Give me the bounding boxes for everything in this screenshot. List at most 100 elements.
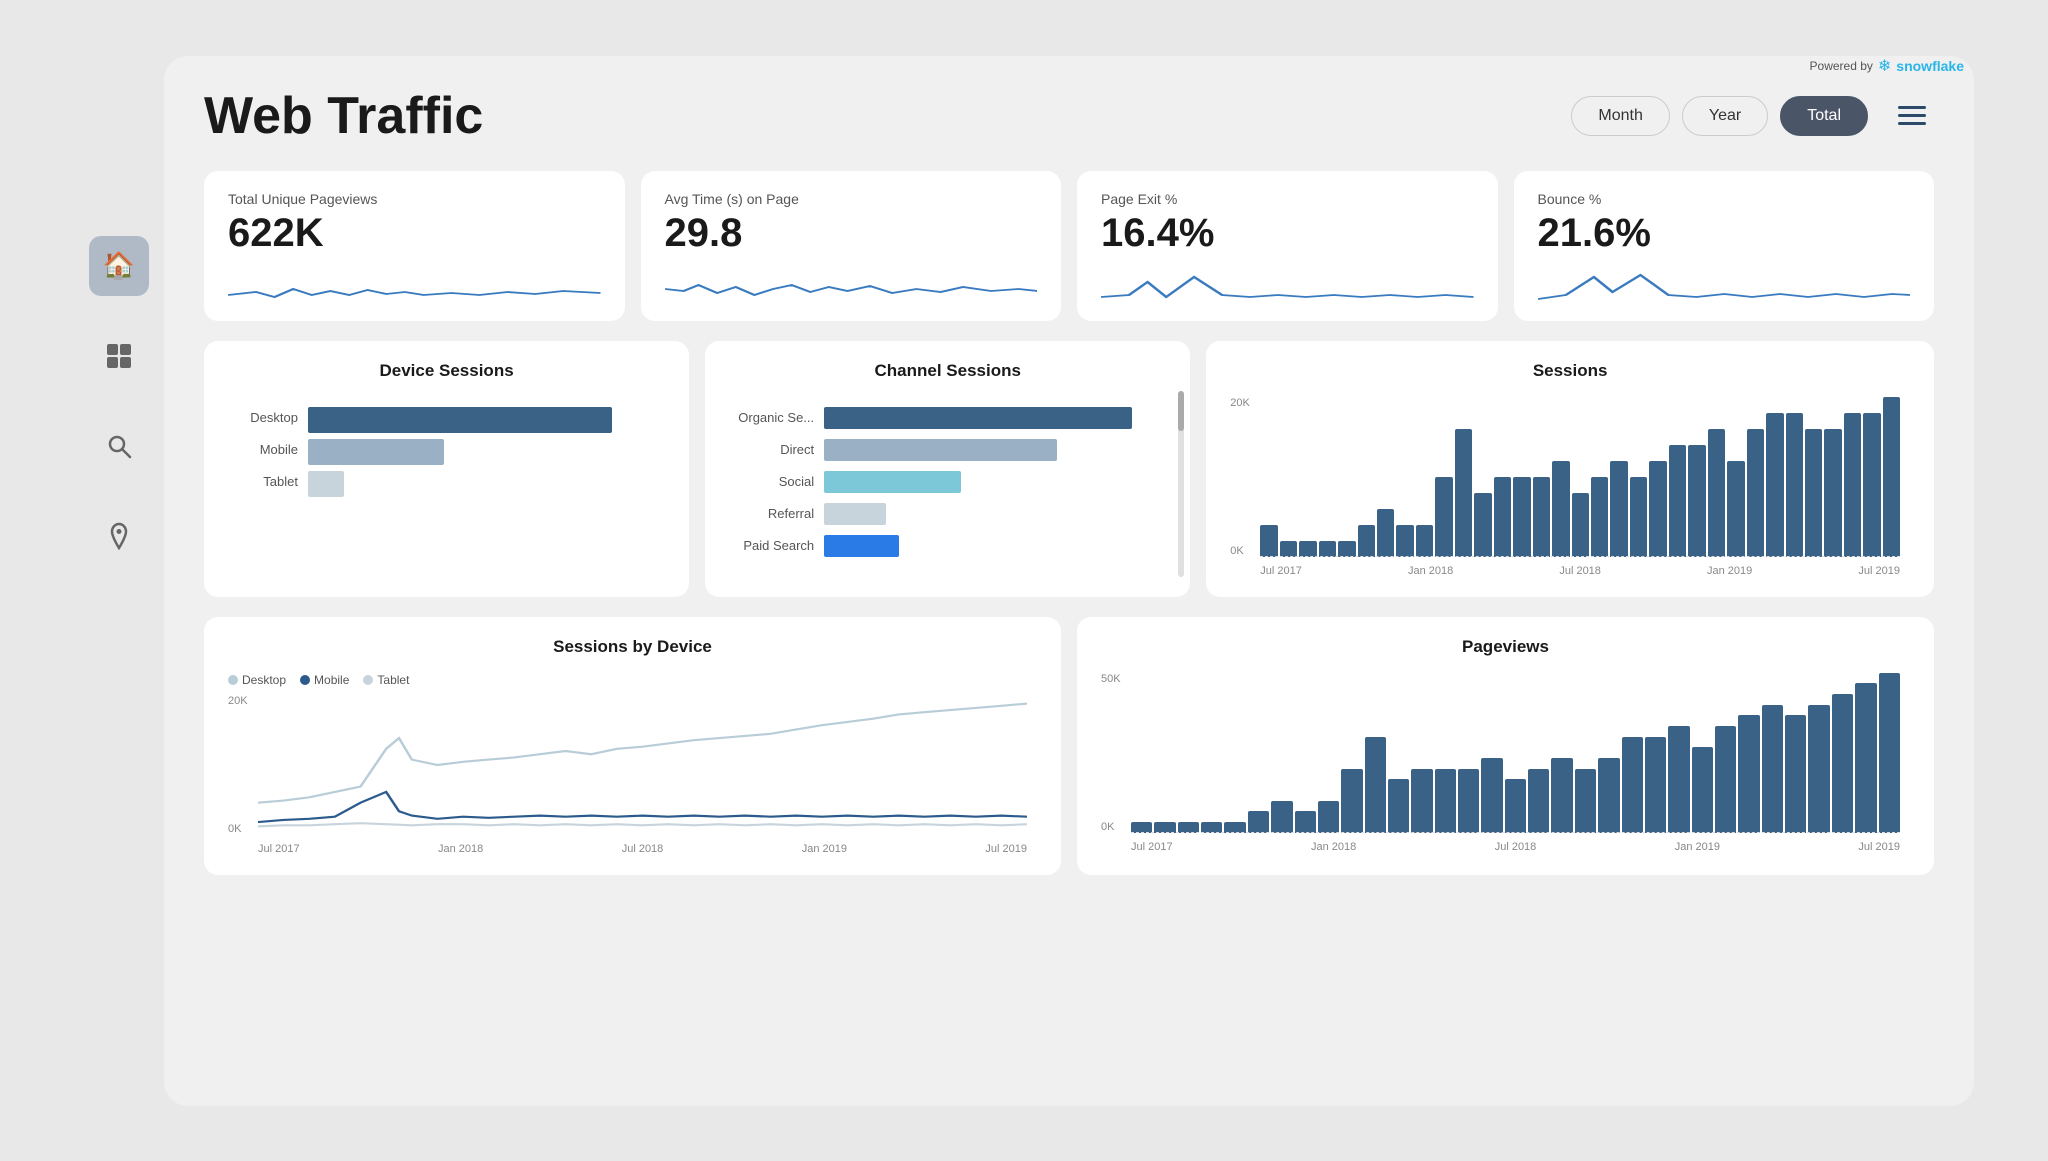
pageviews-x-jul19: Jul 2019	[1858, 841, 1900, 853]
sidebar-item-search[interactable]	[89, 416, 149, 476]
bar-row-direct: Direct	[729, 439, 1166, 461]
sidebar-item-location[interactable]	[89, 506, 149, 566]
pageviews-bar-11	[1388, 779, 1409, 832]
device-sessions-bars: Desktop Mobile Tablet	[228, 397, 665, 503]
sessions-bar-3	[1319, 541, 1336, 557]
kpi-value-pageviews: 622K	[228, 211, 601, 255]
menu-line-3	[1898, 122, 1926, 125]
sessions-by-device-svg	[258, 695, 1027, 835]
pageviews-x-jan18: Jan 2018	[1311, 841, 1356, 853]
pageviews-bar-10	[1365, 737, 1386, 833]
brand-name: snowflake	[1896, 58, 1964, 74]
pageviews-bar-5	[1248, 811, 1269, 832]
pageviews-bars-container	[1131, 673, 1900, 833]
sessions-bar-5	[1358, 525, 1375, 557]
kpi-sparkline-pageviews	[228, 267, 601, 307]
legend-dot-desktop	[228, 675, 238, 685]
channel-sessions-bars: Organic Se... Direct Social	[729, 397, 1166, 567]
sessions-bar-27	[1786, 413, 1803, 557]
pageviews-bar-7	[1295, 811, 1316, 832]
bar-fill-organic	[824, 407, 1132, 429]
bar-label-social: Social	[729, 474, 814, 489]
device-sessions-card: Device Sessions Desktop Mobile	[204, 341, 689, 597]
outer-container: Powered by ❄ snowflake 🏠	[74, 56, 1974, 1106]
pageviews-x-jan19: Jan 2019	[1675, 841, 1720, 853]
menu-button[interactable]	[1890, 94, 1934, 138]
pageviews-bar-28	[1785, 715, 1806, 832]
sessions-gridline-top	[1260, 556, 1900, 557]
bar-label-desktop: Desktop	[228, 410, 298, 425]
kpi-value-avgtime: 29.8	[665, 211, 1038, 255]
sessions-bar-1	[1280, 541, 1297, 557]
kpi-label-bounce: Bounce %	[1538, 191, 1911, 207]
sidebar-item-dashboard[interactable]	[89, 326, 149, 386]
bar-label-referral: Referral	[729, 506, 814, 521]
pageviews-bar-13	[1435, 769, 1456, 833]
pageviews-bar-15	[1481, 758, 1502, 833]
page-title: Web Traffic	[204, 86, 483, 146]
kpi-card-bounce: Bounce % 21.6%	[1514, 171, 1935, 321]
sessions-bar-17	[1591, 477, 1608, 557]
sbd-y-0k: 0K	[228, 823, 256, 835]
sessions-bar-28	[1805, 429, 1822, 557]
sessions-bar-9	[1435, 477, 1452, 557]
menu-line-1	[1898, 106, 1926, 109]
sessions-bar-18	[1610, 461, 1627, 557]
pageviews-x-jul18: Jul 2018	[1495, 841, 1537, 853]
bar-fill-referral	[824, 503, 886, 525]
sessions-x-jul17: Jul 2017	[1260, 565, 1302, 577]
header-controls: Month Year Total	[1571, 94, 1934, 138]
sessions-chart-area: 20K 0K Jul 2017 Jan 2018 Jul 2018 Jan 20…	[1230, 397, 1910, 577]
pageviews-bar-27	[1762, 705, 1783, 833]
sessions-bar-15	[1552, 461, 1569, 557]
bar-track-tablet	[308, 471, 665, 493]
bar-track-paid	[824, 535, 1166, 557]
bar-row-referral: Referral	[729, 503, 1166, 525]
bar-fill-direct	[824, 439, 1057, 461]
bar-fill-desktop	[308, 407, 612, 433]
pageviews-bar-14	[1458, 769, 1479, 833]
sidebar-item-home[interactable]: 🏠	[89, 236, 149, 296]
sbd-x-jan19: Jan 2019	[802, 843, 847, 855]
bar-track-direct	[824, 439, 1166, 461]
kpi-value-pageexit: 16.4%	[1101, 211, 1474, 255]
bar-row-desktop: Desktop	[228, 407, 665, 429]
sessions-x-jul18: Jul 2018	[1559, 565, 1601, 577]
sessions-x-axis: Jul 2017 Jan 2018 Jul 2018 Jan 2019 Jul …	[1260, 565, 1900, 577]
sessions-bar-32	[1883, 397, 1900, 557]
pageviews-bar-30	[1832, 694, 1853, 833]
sessions-bar-14	[1533, 477, 1550, 557]
pageviews-bar-25	[1715, 726, 1736, 833]
sessions-bar-16	[1572, 493, 1589, 557]
filter-year-button[interactable]: Year	[1682, 96, 1768, 136]
sessions-bar-29	[1824, 429, 1841, 557]
pageviews-bar-9	[1341, 769, 1362, 833]
sessions-bar-23	[1708, 429, 1725, 557]
sbd-x-jan18: Jan 2018	[438, 843, 483, 855]
bar-label-mobile: Mobile	[228, 442, 298, 457]
bar-track-organic	[824, 407, 1166, 429]
bar-label-tablet: Tablet	[228, 474, 298, 489]
device-sessions-title: Device Sessions	[228, 361, 665, 381]
bottom-row: Sessions by Device Desktop Mobile Tablet	[204, 617, 1934, 875]
filter-month-button[interactable]: Month	[1571, 96, 1669, 136]
kpi-sparkline-avgtime	[665, 267, 1038, 307]
sessions-bar-22	[1688, 445, 1705, 557]
bar-label-paid: Paid Search	[729, 538, 814, 553]
pageviews-bar-23	[1668, 726, 1689, 833]
channel-sessions-card: Channel Sessions Organic Se... Direct	[705, 341, 1190, 597]
pageviews-bar-29	[1808, 705, 1829, 833]
sessions-y-20k: 20K	[1230, 397, 1258, 409]
bar-track-mobile	[308, 439, 665, 461]
sessions-bar-20	[1649, 461, 1666, 557]
legend-label-desktop: Desktop	[242, 673, 286, 687]
kpi-card-pageexit: Page Exit % 16.4%	[1077, 171, 1498, 321]
channel-sessions-title: Channel Sessions	[729, 361, 1166, 381]
sessions-bars-container	[1260, 397, 1900, 557]
sessions-bar-4	[1338, 541, 1355, 557]
channel-scrollbar[interactable]	[1178, 391, 1184, 577]
pageviews-chart-area: 50K 0K Jul 2017 Jan 2018 Jul 2018 Jan 20…	[1101, 673, 1910, 853]
filter-total-button[interactable]: Total	[1780, 96, 1868, 136]
sbd-x-jul18: Jul 2018	[622, 843, 664, 855]
powered-by-label: Powered by ❄ snowflake	[1810, 56, 1964, 76]
